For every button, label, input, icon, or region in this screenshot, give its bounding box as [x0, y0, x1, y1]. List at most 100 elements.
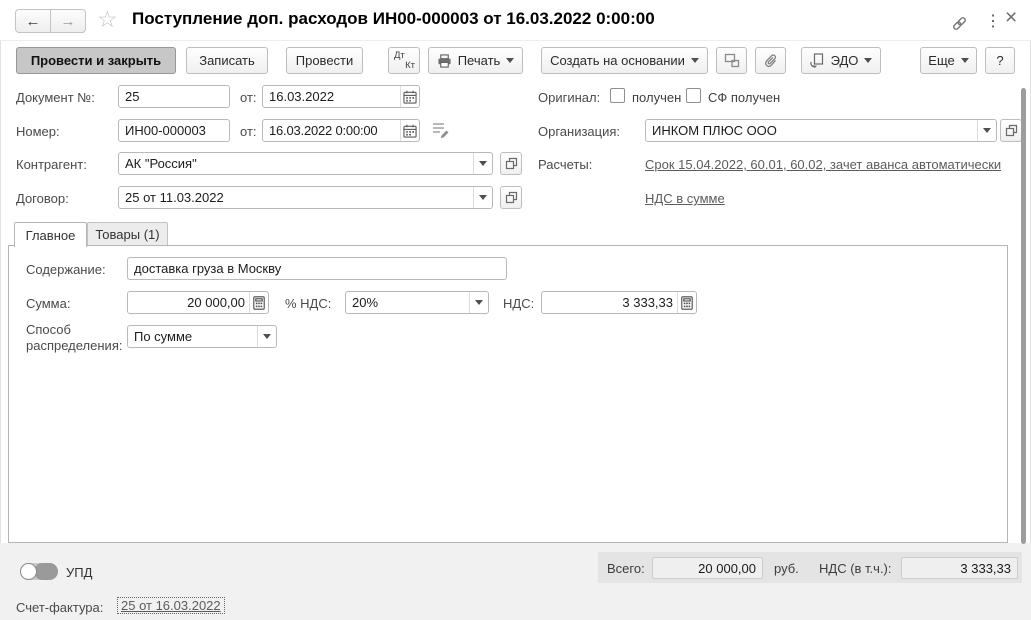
print-button[interactable]: Печать: [428, 47, 523, 74]
help-label: ?: [996, 53, 1004, 68]
tab-goods-label: Товары (1): [95, 226, 160, 242]
total-value: 20 000,00: [652, 557, 763, 579]
calculator-icon[interactable]: [249, 292, 268, 313]
calculator-icon[interactable]: [677, 292, 696, 313]
open-icon: [505, 157, 517, 170]
original-label: Оригинал:: [538, 90, 601, 105]
organization-field[interactable]: ИНКОМ ПЛЮС ООО: [645, 119, 997, 142]
chevron-down-icon: [506, 58, 515, 63]
post-label: Провести: [295, 53, 354, 68]
attachments-button[interactable]: [755, 47, 786, 74]
number-date-label: от:: [240, 124, 257, 139]
contract-open-button[interactable]: [500, 186, 522, 209]
get-link-icon[interactable]: [951, 15, 968, 32]
calendar-icon[interactable]: [400, 86, 419, 107]
vat-amount-field[interactable]: 3 333,33: [541, 291, 697, 314]
close-icon[interactable]: ×: [1005, 6, 1017, 30]
upd-toggle[interactable]: [20, 563, 58, 580]
organization-label: Организация:: [538, 124, 621, 139]
vertical-scrollbar[interactable]: [1021, 88, 1026, 544]
chevron-down-icon: [864, 58, 873, 63]
create-based-on-label: Создать на основании: [550, 53, 685, 68]
main-tab-panel: [8, 245, 1008, 543]
invoice-link[interactable]: 25 от 16.03.2022: [117, 597, 225, 614]
contract-label: Договор:: [16, 191, 69, 206]
post-button[interactable]: Провести: [286, 47, 363, 74]
number-date-field[interactable]: 16.03.2022 0:00:00: [262, 119, 420, 142]
original-received-label[interactable]: получен: [632, 90, 681, 105]
number-field[interactable]: ИН00-000003: [118, 119, 230, 142]
sf-received-label[interactable]: СФ получен: [708, 90, 780, 105]
paperclip-icon: [764, 53, 778, 69]
chevron-down-icon: [960, 58, 969, 63]
contractor-field[interactable]: АК "Россия": [118, 152, 493, 175]
distribution-label: Способ распределения:: [26, 322, 123, 353]
contract-field[interactable]: 25 от 11.03.2022: [118, 186, 493, 209]
create-based-on-button[interactable]: Создать на основании: [541, 47, 708, 74]
total-amount: 20 000,00: [698, 560, 756, 576]
content-field[interactable]: доставка груза в Москву: [127, 257, 507, 280]
edo-label: ЭДО: [830, 53, 859, 68]
amount-value: 20 000,00: [187, 295, 245, 310]
favorite-star-icon[interactable]: ☆: [97, 6, 118, 33]
dt-kt-button[interactable]: Дт Кт: [388, 47, 420, 74]
related-documents-button[interactable]: [716, 47, 747, 74]
more-menu-icon[interactable]: ⋮: [985, 11, 1001, 31]
doc-no-field[interactable]: 25: [118, 85, 230, 108]
tab-goods[interactable]: Товары (1): [87, 222, 168, 245]
vat-mode-link[interactable]: НДС в сумме: [645, 191, 725, 206]
help-button[interactable]: ?: [985, 47, 1015, 74]
settlements-label: Расчеты:: [538, 157, 593, 172]
toggle-fill: [34, 563, 58, 580]
structure-icon: [724, 53, 740, 68]
number-date-value: 16.03.2022 0:00:00: [269, 123, 378, 138]
chevron-down-icon[interactable]: [473, 187, 492, 208]
window-left-border: [0, 0, 1, 620]
vat-amount-value: 3 333,33: [622, 295, 673, 310]
printer-icon: [437, 53, 452, 68]
sf-received-checkbox[interactable]: [686, 88, 701, 103]
chevron-down-icon[interactable]: [257, 326, 276, 347]
currency-label: руб.: [774, 561, 799, 576]
original-received-checkbox[interactable]: [610, 88, 625, 103]
open-icon: [505, 191, 517, 204]
save-label: Записать: [199, 53, 255, 68]
vat-incl-value: 3 333,33: [901, 557, 1018, 579]
invoice-label: Счет-фактура:: [16, 600, 104, 615]
journal-entries-icon[interactable]: [431, 121, 450, 138]
amount-field[interactable]: 20 000,00: [127, 291, 269, 314]
contractor-label: Контрагент:: [16, 157, 87, 172]
doc-date-field[interactable]: 16.03.2022: [262, 85, 420, 108]
vat-rate-select[interactable]: 20%: [345, 291, 489, 314]
page-title: Поступление доп. расходов ИН00-000003 от…: [132, 9, 655, 28]
edo-button[interactable]: ЭДО: [801, 47, 881, 74]
settlements-link[interactable]: Срок 15.04.2022, 60.01, 60.02, зачет ава…: [645, 157, 1001, 172]
chevron-down-icon: [690, 58, 699, 63]
vat-rate-value: 20%: [352, 295, 379, 310]
open-icon: [1005, 124, 1017, 137]
document-window: ← → ☆ Поступление доп. расходов ИН00-000…: [0, 0, 1031, 620]
vat-incl-amount: 3 333,33: [960, 560, 1011, 576]
save-button[interactable]: Записать: [186, 47, 268, 74]
forward-icon: →: [60, 12, 76, 30]
tab-main[interactable]: Главное: [14, 222, 87, 247]
doc-no-value: 25: [125, 89, 140, 104]
contract-value: 25 от 11.03.2022: [125, 190, 224, 205]
more-actions-button[interactable]: Еще: [920, 47, 977, 74]
chevron-down-icon[interactable]: [469, 292, 488, 313]
print-label: Печать: [457, 53, 501, 68]
chevron-down-icon[interactable]: [473, 153, 492, 174]
calendar-icon[interactable]: [400, 120, 419, 141]
distribution-select[interactable]: По сумме: [127, 325, 277, 348]
upd-label[interactable]: УПД: [66, 565, 92, 580]
organization-open-button[interactable]: [1000, 119, 1022, 142]
distribution-value: По сумме: [134, 329, 193, 344]
contractor-open-button[interactable]: [500, 152, 522, 175]
doc-no-label: Документ №:: [16, 90, 95, 105]
back-button[interactable]: ←: [15, 9, 51, 33]
dt-label: Дт: [394, 50, 405, 61]
post-and-close-button[interactable]: Провести и закрыть: [16, 47, 176, 74]
chevron-down-icon[interactable]: [977, 120, 996, 141]
forward-button[interactable]: →: [50, 9, 86, 33]
content-label: Содержание:: [26, 262, 106, 277]
